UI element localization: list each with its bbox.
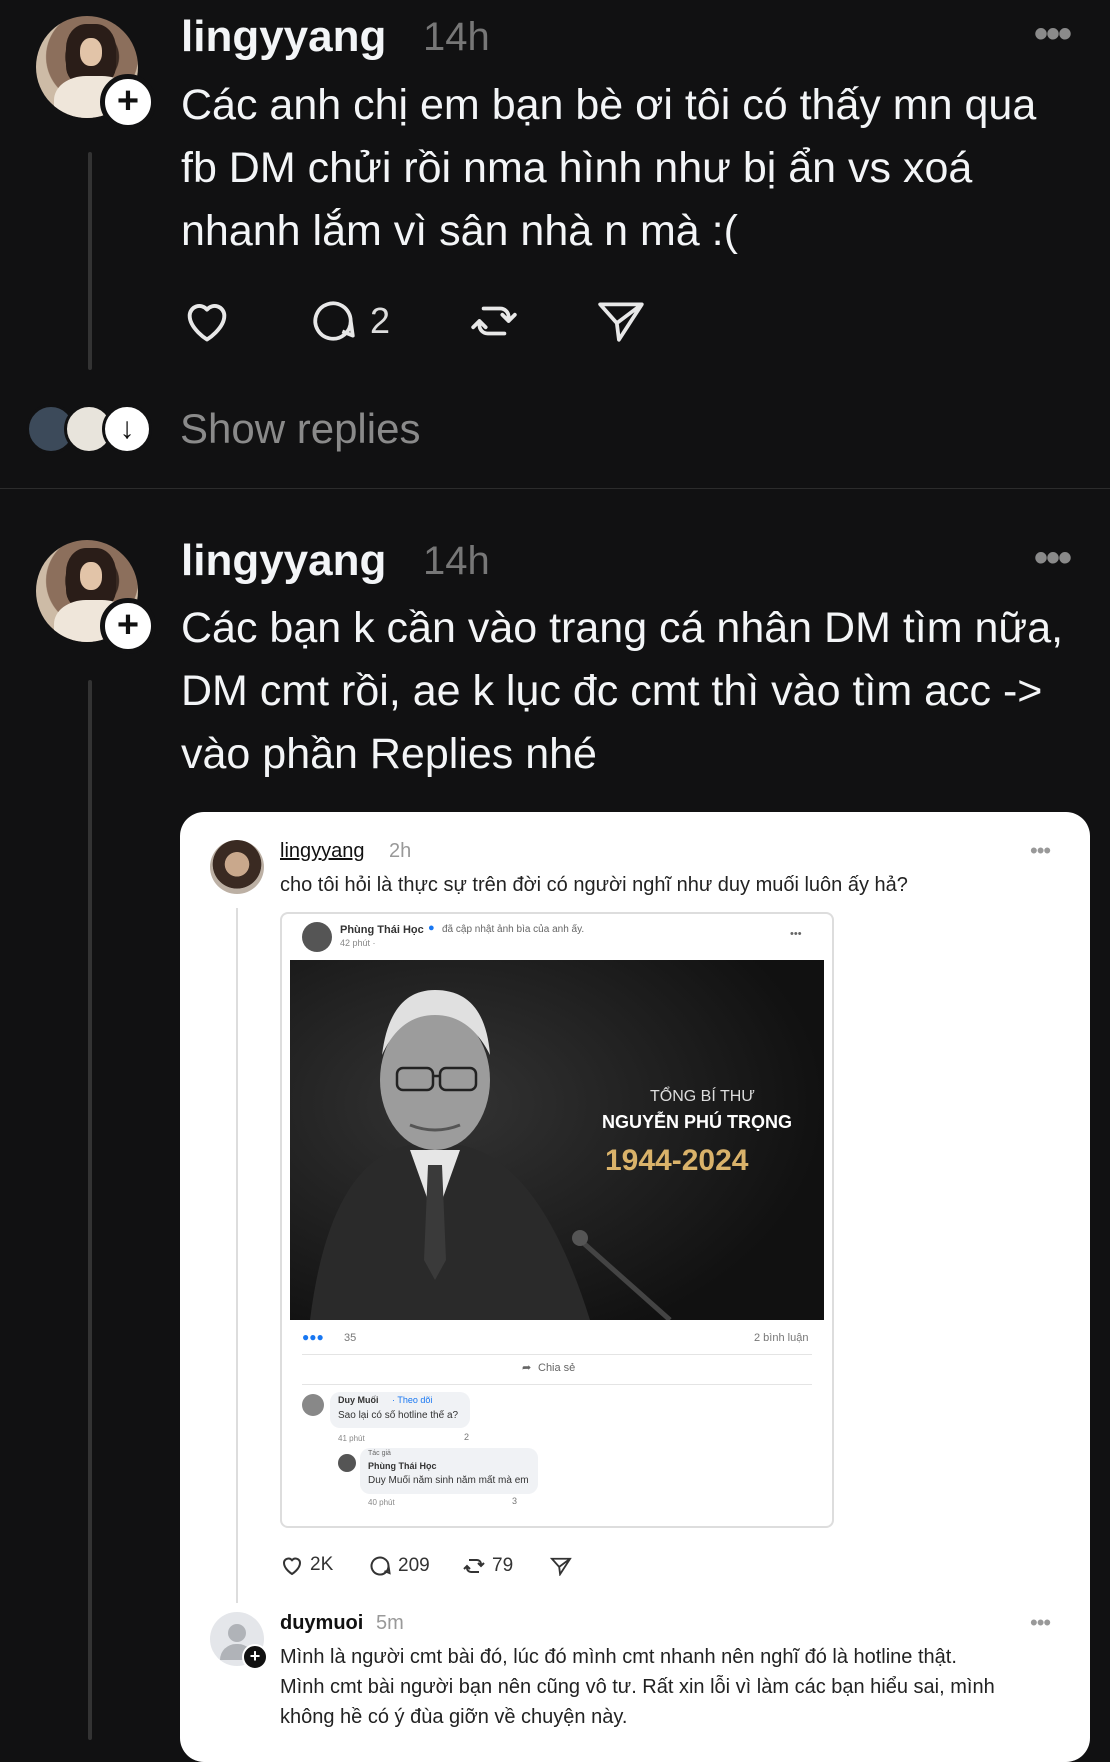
reply-text-line: Mình là người cmt bài đó, lúc đó mình cm… <box>280 1646 957 1668</box>
photo-name: NGUYỄN PHÚ TRỌNG <box>602 1112 793 1132</box>
fb-action: đã cập nhật ảnh bìa của anh ấy. <box>442 924 585 935</box>
follow-plus-icon[interactable]: + <box>100 598 156 654</box>
fb-comment-text: Sao lại có số hotline thế a? <box>338 1410 459 1421</box>
reaction-icons: ●●● <box>302 1330 324 1344</box>
reply-username: duymuoi <box>280 1612 364 1634</box>
fb-follow: · Theo dõi <box>392 1395 433 1405</box>
like-button[interactable] <box>181 296 233 344</box>
share-icon <box>550 1557 572 1576</box>
comment-count: 2 <box>370 300 391 341</box>
reply-text-line: Mình cmt bài người bạn nên cũng vô tư. R… <box>280 1676 995 1698</box>
arrow-down-icon[interactable]: ↓ <box>102 404 152 454</box>
post-username[interactable]: lingyyang <box>181 12 386 62</box>
fb-divider <box>302 1354 812 1355</box>
fb-reply-name: Phùng Thái Học <box>368 1461 437 1471</box>
more-icon: ••• <box>1030 1610 1051 1635</box>
fb-comment-name: Duy Muối <box>338 1395 379 1405</box>
post-text: Các anh chị em bạn bè ơi tôi có thấy mn … <box>181 81 1037 255</box>
repost-icon <box>471 306 517 336</box>
attached-screenshot[interactable]: lingyyang 2h ••• cho tôi hỏi là thực sự … <box>180 812 1090 1762</box>
fb-avatar <box>302 922 332 952</box>
thread-line <box>236 908 238 1603</box>
comment-icon <box>370 1556 391 1576</box>
post-time: 14h <box>423 15 490 59</box>
reply-text-line: không hề có ý đùa giỡn về chuyện này. <box>280 1706 628 1728</box>
fb-reply-text: Duy Muối năm sinh năm mất mà em <box>368 1475 529 1486</box>
embedded-username: lingyyang <box>280 840 365 862</box>
comment-button[interactable]: 2 <box>308 296 390 346</box>
share-button[interactable] <box>596 298 646 344</box>
repost-button[interactable] <box>468 296 520 346</box>
photo-years: 1944-2024 <box>605 1144 749 1177</box>
fb-reply-time: 40 phút <box>368 1498 395 1507</box>
comment-icon <box>313 301 355 341</box>
more-icon[interactable]: ••• <box>1034 536 1072 581</box>
fb-reply-react: 3 <box>512 1496 518 1506</box>
show-replies-link[interactable]: Show replies <box>180 405 420 453</box>
embedded-share <box>550 1556 572 1576</box>
repost-icon <box>463 1559 485 1573</box>
reply-time: 5m <box>376 1612 404 1634</box>
fb-share-label: Chia sẻ <box>538 1362 576 1374</box>
embedded-reposts: 79 <box>462 1554 513 1578</box>
share-icon <box>598 302 644 342</box>
embedded-like: 2K <box>280 1554 333 1576</box>
divider <box>0 488 1110 489</box>
fb-author-badge: Tác giả <box>368 1450 391 1457</box>
post-time: 14h <box>423 539 490 583</box>
embedded-avatar <box>210 840 264 894</box>
fb-divider <box>302 1384 812 1385</box>
fb-reply-avatar <box>338 1454 356 1472</box>
reaction-count: 35 <box>344 1332 357 1344</box>
post-username[interactable]: lingyyang <box>181 536 386 586</box>
fb-comment-react: 2 <box>464 1432 470 1442</box>
verified-icon: ● <box>428 922 435 934</box>
fb-comment-avatar <box>302 1394 324 1416</box>
embedded-comments: 209 <box>368 1554 430 1578</box>
fb-author: Phùng Thái Học <box>340 924 424 936</box>
heart-icon <box>187 304 227 342</box>
more-icon: ••• <box>790 928 802 940</box>
fb-share-icon: ➦ <box>522 1362 532 1374</box>
embedded-comment-count: 209 <box>398 1555 430 1576</box>
like-count: 2K <box>310 1554 334 1575</box>
fb-comment-time: 41 phút <box>338 1434 365 1443</box>
more-icon: ••• <box>1030 838 1051 863</box>
more-icon[interactable]: ••• <box>1034 12 1072 57</box>
memorial-photo: TỔNG BÍ THƯ NGUYỄN PHÚ TRỌNG 1944-2024 <box>290 960 824 1320</box>
photo-title: TỔNG BÍ THƯ <box>650 1088 755 1105</box>
portrait-image <box>290 960 824 1320</box>
plus-icon: + <box>242 1644 268 1670</box>
heart-icon <box>282 1557 302 1576</box>
repost-count: 79 <box>492 1555 514 1576</box>
embedded-time: 2h <box>389 840 412 862</box>
fb-posted-time: 42 phút · <box>340 938 376 948</box>
thread-line <box>88 152 92 370</box>
follow-plus-icon[interactable]: + <box>100 74 156 130</box>
thread-line <box>88 680 92 1740</box>
fb-comment-count: 2 bình luận <box>754 1332 809 1344</box>
post-text: Các bạn k cần vào trang cá nhân DM tìm n… <box>181 604 1064 778</box>
embedded-post-text: cho tôi hỏi là thực sự trên đời có người… <box>280 874 908 896</box>
facebook-post-screenshot: Phùng Thái Học ● đã cập nhật ảnh bìa của… <box>280 912 834 1528</box>
